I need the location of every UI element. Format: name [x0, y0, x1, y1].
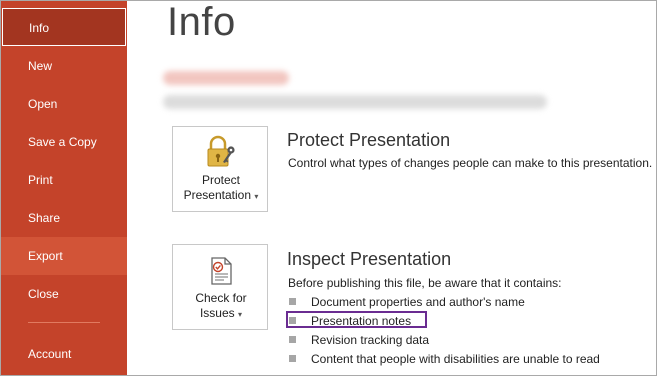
- check-for-issues-button[interactable]: Check for Issues ▾: [172, 244, 268, 330]
- backstage-sidebar: Info New Open Save a Copy Print Share Ex…: [1, 1, 127, 375]
- inspect-tile-label-text: Issues: [199, 306, 235, 320]
- backstage-window: Info New Open Save a Copy Print Share Ex…: [0, 0, 657, 376]
- redacted-file-name: [163, 71, 289, 85]
- page-title: Info: [167, 0, 236, 44]
- protect-tile-label-text: Presentation: [183, 188, 252, 202]
- bullet-text: Content that people with disabilities ar…: [311, 352, 600, 366]
- sidebar-item-close[interactable]: Close: [1, 275, 127, 313]
- document-checklist-icon: [211, 257, 232, 285]
- protect-tile-label-line1: Protect: [201, 173, 240, 187]
- bullet-icon: [289, 298, 296, 305]
- sidebar-divider: [28, 322, 100, 323]
- protect-heading: Protect Presentation: [287, 130, 451, 150]
- inspect-tile-label-line1: Check for: [195, 291, 247, 305]
- sidebar-item-open[interactable]: Open: [1, 85, 127, 123]
- bullet-icon: [289, 355, 296, 362]
- protect-tile-label-line2: Presentation ▾: [173, 188, 269, 204]
- bullet-icon: [289, 336, 296, 343]
- inspect-tile-label-line2: Issues ▾: [173, 306, 269, 322]
- bullet-text: Revision tracking data: [311, 333, 430, 347]
- sidebar-item-save-a-copy[interactable]: Save a Copy: [1, 123, 127, 161]
- caret-down-icon: ▾: [238, 310, 243, 319]
- sidebar-item-info[interactable]: Info: [2, 8, 126, 46]
- sidebar-item-share[interactable]: Share: [1, 199, 127, 237]
- inspect-heading: Inspect Presentation: [287, 249, 452, 269]
- sidebar-item-export[interactable]: Export: [1, 237, 127, 275]
- sidebar-item-account[interactable]: Account: [1, 335, 127, 373]
- bullet-text: Document properties and author's name: [311, 295, 525, 309]
- protect-description: Control what types of changes people can…: [288, 156, 653, 170]
- inspect-description: Before publishing this file, be aware th…: [288, 276, 562, 290]
- protect-presentation-button[interactable]: Protect Presentation ▾: [172, 126, 268, 212]
- lock-key-icon: [207, 135, 235, 167]
- sidebar-item-new[interactable]: New: [1, 47, 127, 85]
- highlight-annotation: [286, 311, 427, 328]
- caret-down-icon: ▾: [254, 192, 259, 201]
- sidebar-item-print[interactable]: Print: [1, 161, 127, 199]
- redacted-file-path: [163, 95, 547, 109]
